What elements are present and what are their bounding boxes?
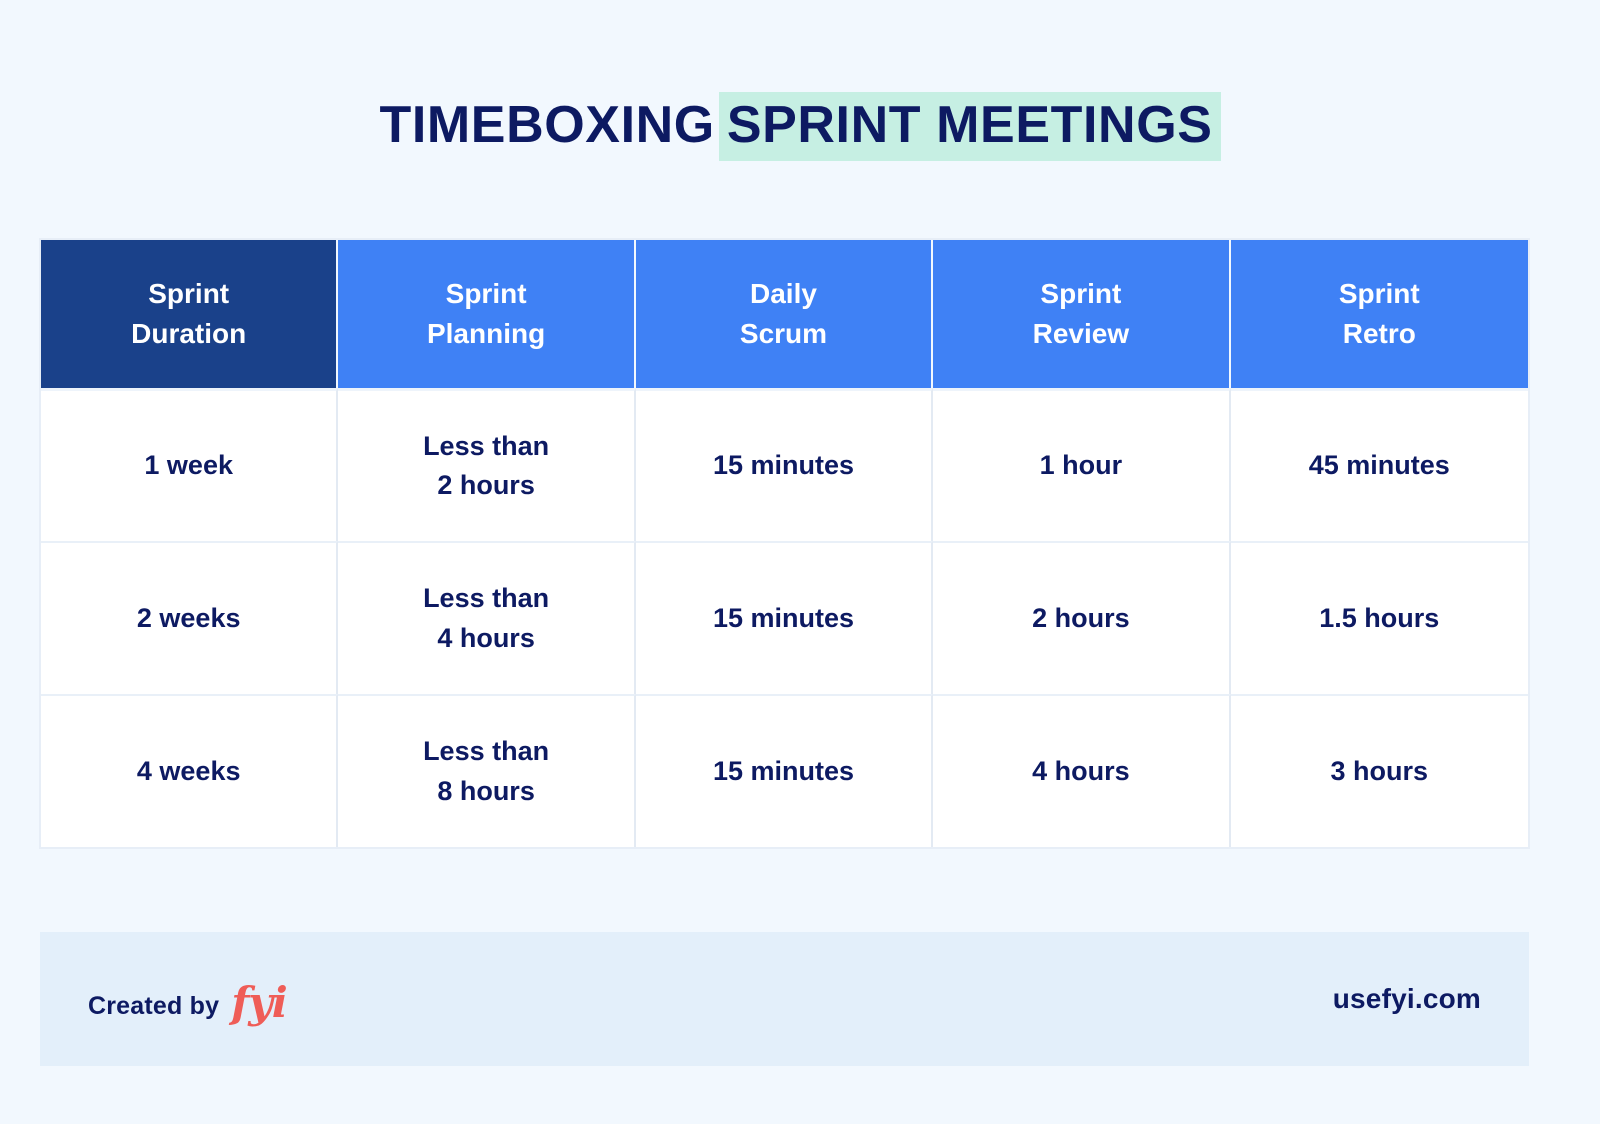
cell-sprint-duration: 2 weeks	[41, 541, 339, 694]
cell-daily-scrum: 15 minutes	[635, 388, 934, 541]
cell-line-1: Less than	[423, 736, 550, 767]
cell-sprint-retro: 45 minutes	[1230, 388, 1528, 541]
cell-line-2: 2 hours	[437, 470, 535, 500]
table-header-row: Sprint Duration Sprint Planning Daily Sc…	[41, 240, 1528, 388]
header-line-2: Scrum	[739, 318, 828, 349]
header-line-2: Planning	[426, 318, 546, 349]
column-header-sprint-duration: Sprint Duration	[41, 240, 339, 388]
infographic-page: TIMEBOXING SPRINT MEETINGS Sprint Duratio…	[0, 0, 1600, 1124]
column-header-sprint-review: Sprint Review	[933, 240, 1231, 388]
fyi-logo: fyi	[231, 977, 287, 1027]
header-line-2: Duration	[131, 318, 247, 349]
site-url[interactable]: usefyi.com	[1333, 983, 1481, 1015]
header-line-1: Daily	[750, 278, 817, 310]
title-heading: TIMEBOXING SPRINT MEETINGS	[379, 92, 1221, 161]
cell-sprint-planning: Less than 4 hours	[338, 541, 636, 694]
table-row: 2 weeks Less than 4 hours 15 minutes 2 h…	[41, 541, 1528, 694]
header-line-1: Sprint	[1040, 278, 1122, 310]
created-by-block: Created by fyi	[88, 975, 288, 1027]
header-line-2: Review	[1032, 318, 1130, 349]
page-title: TIMEBOXING SPRINT MEETINGS	[0, 92, 1600, 161]
column-header-daily-scrum: Daily Scrum	[635, 240, 934, 388]
cell-sprint-planning: Less than 8 hours	[338, 694, 636, 847]
cell-sprint-review: 4 hours	[933, 694, 1231, 847]
cell-sprint-review: 2 hours	[933, 541, 1231, 694]
table-row: 1 week Less than 2 hours 15 minutes 1 ho…	[41, 388, 1528, 541]
cell-line-1: Less than	[423, 583, 550, 614]
cell-sprint-planning: Less than 2 hours	[338, 388, 636, 541]
cell-line-2: 4 hours	[437, 622, 535, 653]
table-grid: Sprint Duration Sprint Planning Daily Sc…	[41, 240, 1528, 847]
cell-sprint-retro: 1.5 hours	[1230, 541, 1528, 694]
table-row: 4 weeks Less than 8 hours 15 minutes 4 h…	[41, 694, 1528, 847]
cell-sprint-retro: 3 hours	[1230, 694, 1528, 847]
footer-bar: Created by fyi usefyi.com	[40, 932, 1529, 1066]
cell-daily-scrum: 15 minutes	[635, 694, 934, 847]
cell-sprint-duration: 1 week	[41, 388, 339, 541]
cell-line-2: 8 hours	[437, 775, 535, 806]
created-by-label: Created by	[88, 991, 220, 1020]
header-line-1: Sprint	[148, 278, 230, 310]
header-line-2: Retro	[1342, 318, 1416, 349]
title-plain-text: TIMEBOXING	[379, 96, 715, 154]
header-line-1: Sprint	[445, 278, 527, 310]
cell-sprint-duration: 4 weeks	[41, 694, 339, 847]
header-line-1: Sprint	[1338, 278, 1420, 310]
timeboxing-table: Sprint Duration Sprint Planning Daily Sc…	[41, 240, 1528, 847]
cell-daily-scrum: 15 minutes	[635, 541, 934, 694]
column-header-sprint-retro: Sprint Retro	[1230, 240, 1528, 388]
title-highlighted-text: SPRINT MEETINGS	[718, 92, 1221, 161]
cell-sprint-review: 1 hour	[933, 388, 1231, 541]
cell-line-1: Less than	[423, 430, 550, 461]
column-header-sprint-planning: Sprint Planning	[338, 240, 636, 388]
